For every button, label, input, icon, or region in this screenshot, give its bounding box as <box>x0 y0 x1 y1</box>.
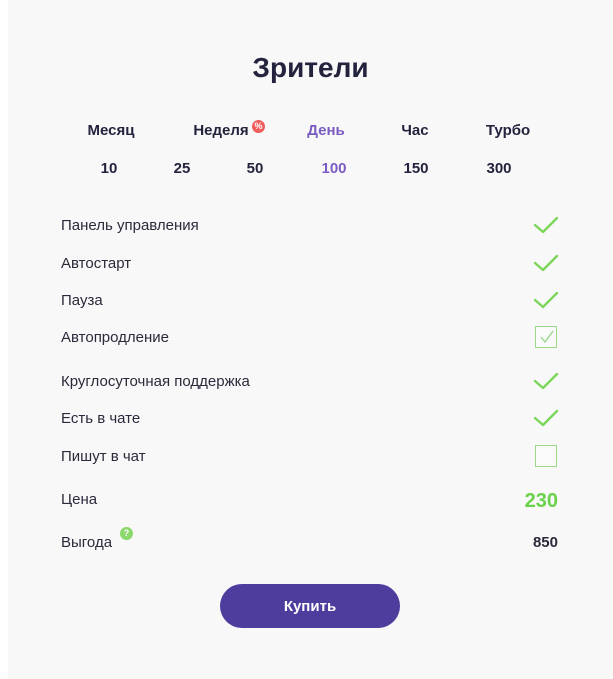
amount-option-50[interactable]: 50 <box>247 160 264 177</box>
tab-month[interactable]: Месяц <box>88 122 135 139</box>
benefit-label: Выгода <box>61 534 113 551</box>
amount-option-100[interactable]: 100 <box>321 160 346 177</box>
feature-label-support: Круглосуточная поддержка <box>61 373 250 390</box>
price-label: Цена <box>61 491 98 508</box>
write-in-chat-checkbox[interactable] <box>535 445 557 467</box>
discount-badge-icon: % <box>252 120 265 133</box>
benefit-value: 850 <box>532 534 558 551</box>
feature-label-autorenewal: Автопродление <box>61 329 170 346</box>
autorenewal-checkbox[interactable] <box>535 326 557 348</box>
amount-options: 10 25 50 100 150 300 <box>8 160 613 182</box>
period-tabs: Месяц Неделя День Час Турбо <box>8 122 613 144</box>
feature-label-in-chat: Есть в чате <box>61 410 141 427</box>
check-icon <box>533 254 559 272</box>
price-value: 230 <box>524 490 558 512</box>
amount-option-10[interactable]: 10 <box>101 160 118 177</box>
feature-label-autostart: Автостарт <box>61 255 132 272</box>
tariff-card: Зрители Месяц Неделя День Час Турбо % 10… <box>8 0 613 679</box>
tab-turbo[interactable]: Турбо <box>486 122 530 139</box>
check-icon <box>533 372 559 390</box>
check-icon <box>533 216 559 234</box>
tab-week[interactable]: Неделя <box>193 122 248 139</box>
tab-day[interactable]: День <box>307 122 345 139</box>
check-icon <box>533 291 559 309</box>
amount-option-150[interactable]: 150 <box>403 160 428 177</box>
checkbox-check-icon <box>540 330 554 344</box>
buy-button[interactable]: Купить <box>220 584 400 628</box>
amount-option-25[interactable]: 25 <box>174 160 191 177</box>
help-icon[interactable]: ? <box>120 527 133 540</box>
feature-label-control-panel: Панель управления <box>61 217 199 234</box>
tab-hour[interactable]: Час <box>401 122 428 139</box>
amount-option-300[interactable]: 300 <box>486 160 511 177</box>
card-title: Зрители <box>252 52 369 83</box>
feature-label-write-in-chat: Пишут в чат <box>61 448 146 465</box>
feature-label-pause: Пауза <box>61 292 103 309</box>
check-icon <box>533 409 559 427</box>
